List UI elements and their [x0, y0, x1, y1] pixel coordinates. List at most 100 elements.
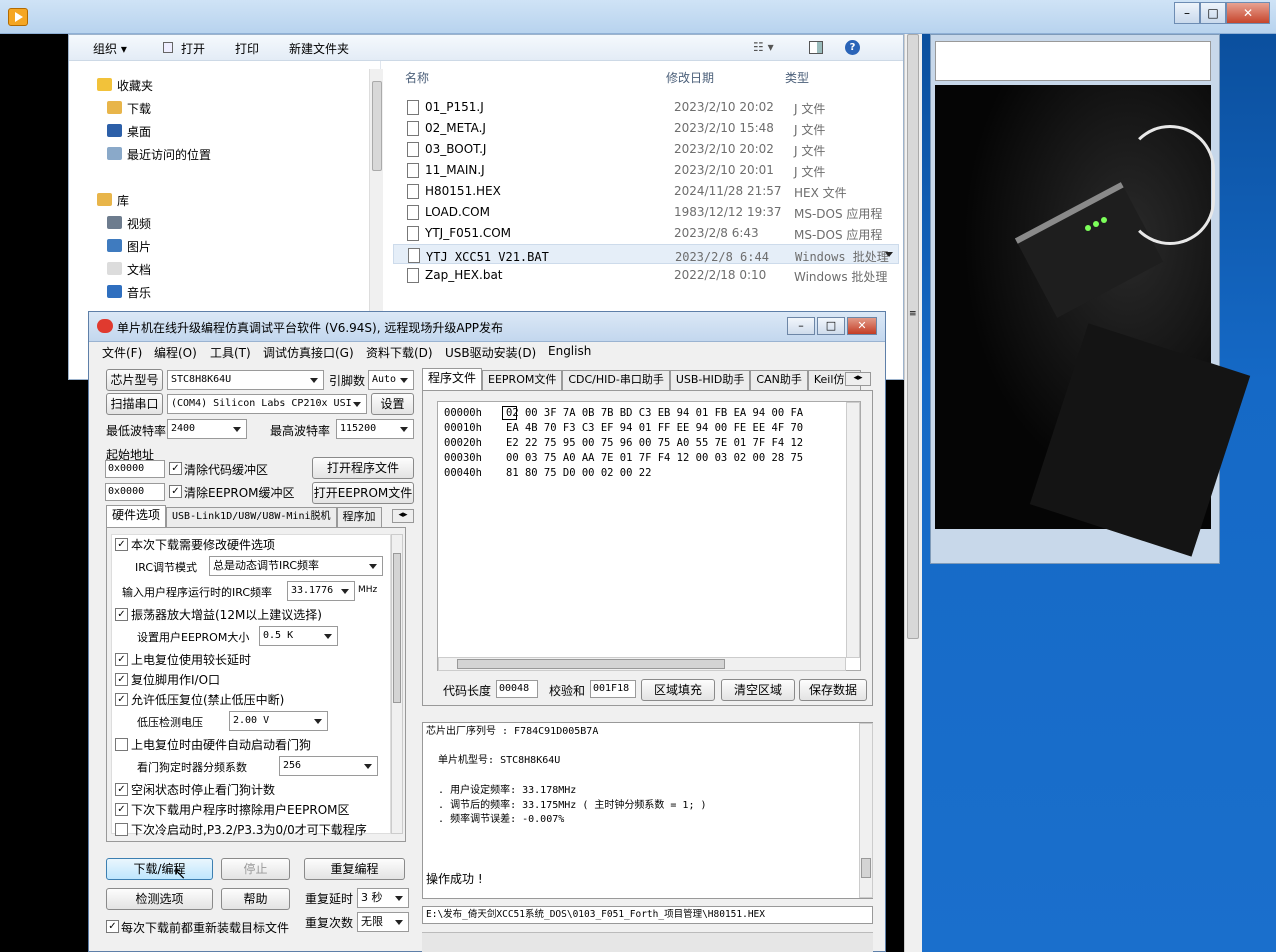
option-auto-watchdog[interactable]: 上电复位时由硬件自动启动看门狗 — [115, 736, 311, 753]
window-scrollbar[interactable]: ≡ — [904, 34, 922, 952]
app-close-button[interactable]: ✕ — [847, 317, 877, 335]
checkbox[interactable] — [115, 823, 128, 836]
lvd-select[interactable]: 2.00 V — [229, 711, 328, 731]
clear-eeprom-checkbox[interactable]: ✓ — [169, 485, 182, 498]
close-button[interactable]: ✕ — [1226, 2, 1270, 24]
options-scrollbar[interactable] — [391, 534, 403, 834]
option-reset-pin-io[interactable]: ✓ 复位脚用作I/O口 — [115, 671, 220, 688]
option-p32-p33-download[interactable]: 下次冷启动时,P3.2/P3.3为0/0才可下载程序 — [115, 821, 367, 838]
file-row[interactable]: 03_BOOT.J 2023/2/10 20:02 J 文件 — [393, 139, 899, 160]
tab-scroll-arrows[interactable]: ◂▸ — [392, 509, 414, 523]
menu-english[interactable]: English — [548, 344, 591, 358]
checkbox[interactable] — [115, 738, 128, 751]
file-row[interactable]: 01_P151.J 2023/2/10 20:02 J 文件 — [393, 97, 899, 118]
tab-usb-link[interactable]: USB-Link1D/U8W/U8W-Mini脱机 — [166, 507, 337, 527]
option-osc-gain[interactable]: ✓ 振荡器放大增益(12M以上建议选择) — [115, 606, 322, 623]
option-low-voltage-reset[interactable]: ✓ 允许低压复位(禁止低压中断) — [115, 691, 284, 708]
nav-videos[interactable]: 视频 — [107, 215, 151, 232]
new-folder-button[interactable]: 新建文件夹 — [289, 40, 349, 57]
clear-area-button[interactable]: 清空区域 — [721, 679, 795, 701]
file-row[interactable]: H80151.HEX 2024/11/28 21:57 HEX 文件 — [393, 181, 899, 202]
column-name[interactable]: 名称 — [405, 69, 429, 86]
minimize-button[interactable]: – — [1174, 2, 1200, 24]
code-address-input[interactable]: 0x0000 — [105, 460, 165, 478]
nav-desktop[interactable]: 桌面 — [107, 123, 151, 140]
tab-can-helper[interactable]: CAN助手 — [750, 370, 808, 390]
chip-type-select[interactable]: STC8H8K64U — [167, 370, 324, 390]
file-row[interactable]: Zap_HEX.bat 2022/2/18 0:10 Windows 批处理 — [393, 265, 899, 286]
settings-button[interactable]: 设置 — [371, 393, 414, 415]
irc-freq-select[interactable]: 33.1776 — [287, 581, 355, 601]
open-eeprom-button[interactable]: 打开EEPROM文件 — [312, 482, 414, 504]
chip-type-button[interactable]: 芯片型号 — [106, 369, 163, 391]
menu-tools[interactable]: 工具(T) — [210, 344, 251, 361]
checkbox[interactable]: ✓ — [115, 673, 128, 686]
menu-debug[interactable]: 调试仿真接口(G) — [263, 344, 354, 361]
hex-vscroll[interactable] — [846, 402, 860, 658]
file-row[interactable]: YTJ_F051.COM 2023/2/8 6:43 MS-DOS 应用程 — [393, 223, 899, 244]
checkbox[interactable]: ✓ — [115, 783, 128, 796]
serial-port-select[interactable]: (COM4) Silicon Labs CP210x USI — [167, 394, 367, 414]
tab-serial-helper[interactable]: CDC/HID-串口助手 — [562, 370, 670, 390]
stop-button[interactable]: 停止 — [221, 858, 290, 880]
repeat-delay-select[interactable]: 3 秒 — [357, 888, 409, 908]
nav-music[interactable]: 音乐 — [107, 284, 151, 301]
option-long-reset-delay[interactable]: ✓ 上电复位使用较长延时 — [115, 651, 251, 668]
option-erase-eeprom[interactable]: ✓ 下次下载用户程序时擦除用户EEPROM区 — [115, 801, 350, 818]
pin-count-select[interactable]: Auto — [368, 370, 414, 390]
menu-program[interactable]: 编程(O) — [154, 344, 197, 361]
nav-libraries[interactable]: 库 — [97, 192, 129, 209]
nav-favorites[interactable]: 收藏夹 — [97, 77, 153, 94]
view-icon[interactable]: ☷ ▾ — [753, 40, 774, 54]
tab-hardware-options[interactable]: 硬件选项 — [106, 505, 167, 527]
checkbox[interactable]: ✓ — [115, 693, 128, 706]
tab-usb-hid-helper[interactable]: USB-HID助手 — [669, 370, 751, 390]
organize-button[interactable]: 组织 ▾ — [93, 40, 127, 57]
clear-code-checkbox[interactable]: ✓ — [169, 462, 182, 475]
tab-program-encrypt[interactable]: 程序加 — [336, 507, 382, 527]
reload-checkbox[interactable]: ✓ — [106, 920, 119, 933]
reprogram-button[interactable]: 重复编程 — [304, 858, 405, 880]
tab-eeprom-file[interactable]: EEPROM文件 — [482, 370, 563, 390]
checkbox[interactable]: ✓ — [115, 538, 128, 551]
file-row[interactable]: YTJ_XCC51_V21.BAT 2023/2/8 6:44 Windows 批处… — [393, 244, 899, 264]
irc-mode-select[interactable]: 总是动态调节IRC频率 — [209, 556, 383, 576]
status-scrollbar[interactable] — [859, 723, 873, 898]
eeprom-address-input[interactable]: 0x0000 — [105, 483, 165, 501]
option-modify-hardware[interactable]: ✓ 本次下载需要修改硬件选项 — [115, 536, 275, 553]
tab-program-file[interactable]: 程序文件 — [422, 368, 483, 390]
checkbox[interactable]: ✓ — [115, 803, 128, 816]
right-tab-scroll[interactable]: ◂▸ — [845, 372, 871, 386]
hex-hscroll[interactable] — [438, 657, 846, 671]
eeprom-size-select[interactable]: 0.5 K — [259, 626, 338, 646]
option-idle-stop-wdt[interactable]: ✓ 空闲状态时停止看门狗计数 — [115, 781, 275, 798]
media-player-icon[interactable] — [8, 8, 28, 26]
open-program-button[interactable]: 打开程序文件 — [312, 457, 414, 479]
file-row[interactable]: LOAD.COM 1983/12/12 19:37 MS-DOS 应用程 — [393, 202, 899, 223]
nav-recent[interactable]: 最近访问的位置 — [107, 146, 211, 163]
hex-viewer[interactable]: 00000h 02 00 3F 7A 0B 7B BD C3 EB 94 01 F… — [437, 401, 861, 671]
nav-downloads[interactable]: 下载 — [107, 100, 151, 117]
app-maximize-button[interactable]: □ — [817, 317, 845, 335]
fill-area-button[interactable]: 区域填充 — [641, 679, 715, 701]
maximize-button[interactable]: □ — [1200, 2, 1226, 24]
help-button[interactable]: 帮助 — [221, 888, 290, 910]
file-row[interactable]: 02_META.J 2023/2/10 15:48 J 文件 — [393, 118, 899, 139]
max-baud-select[interactable]: 115200 — [336, 419, 414, 439]
open-button[interactable]: 打开 — [181, 40, 205, 57]
wdt-select[interactable]: 256 — [279, 756, 378, 776]
column-date[interactable]: 修改日期 — [666, 69, 714, 86]
nav-pictures[interactable]: 图片 — [107, 238, 151, 255]
menu-download[interactable]: 资料下载(D) — [366, 344, 433, 361]
help-icon[interactable]: ? — [845, 40, 860, 55]
column-type[interactable]: 类型 — [785, 69, 809, 86]
scan-port-button[interactable]: 扫描串口 — [106, 393, 163, 415]
download-program-button[interactable]: 下载/编程 — [106, 858, 213, 880]
repeat-count-select[interactable]: 无限 — [357, 912, 409, 932]
checkbox[interactable]: ✓ — [115, 608, 128, 621]
min-baud-select[interactable]: 2400 — [167, 419, 247, 439]
menu-file[interactable]: 文件(F) — [102, 344, 142, 361]
preview-pane-icon[interactable] — [809, 41, 823, 54]
app-minimize-button[interactable]: – — [787, 317, 815, 335]
detect-options-button[interactable]: 检测选项 — [106, 888, 213, 910]
